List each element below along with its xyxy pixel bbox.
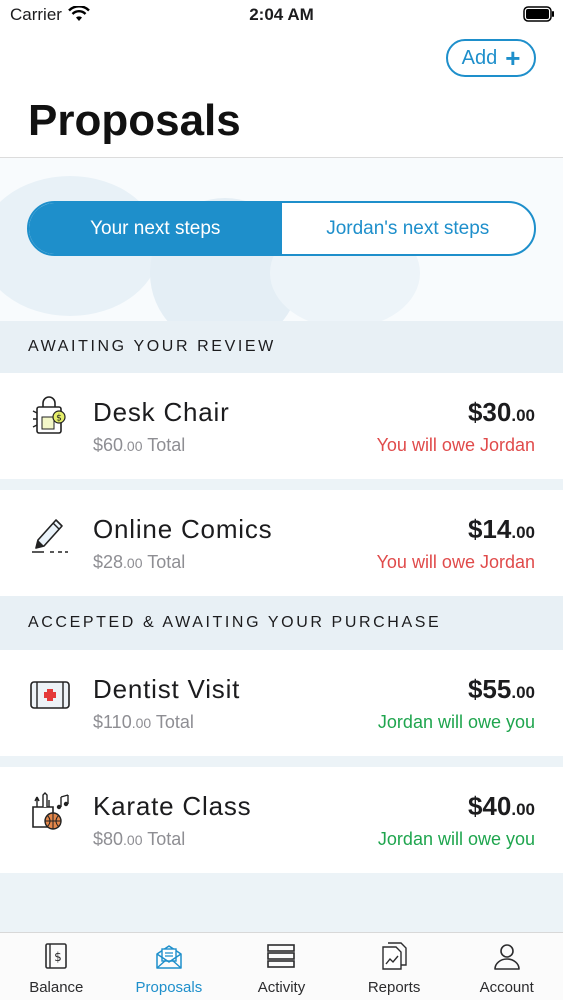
proposal-row-karate-class[interactable]: Karate Class $80.00 Total $40.00 Jordan … [0,767,563,873]
list-footer [0,873,563,932]
proposal-name: Karate Class [93,791,252,821]
activities-icon [28,789,72,833]
proposal-status: Jordan will owe you [377,829,535,849]
tab-label: Activity [257,979,306,996]
proposal-total: $110.00 Total [93,712,194,732]
proposal-status: Jordan will owe you [377,712,535,732]
battery-icon [523,6,555,27]
proposal-row-dentist-visit[interactable]: Dentist Visit $110.00 Total $55.00 Jorda… [0,650,563,756]
add-button[interactable]: Add + [446,39,536,77]
first-aid-kit-icon [28,672,72,716]
proposal-amount: $40.00 [467,791,535,821]
page-title: Proposals [28,96,241,145]
tab-balance[interactable]: $ Balance [0,933,113,1000]
proposal-name: Desk Chair [93,397,230,427]
tab-label: Balance [29,979,84,996]
proposal-amount: $14.00 [467,514,535,544]
proposal-amount: $55.00 [467,674,535,704]
proposal-status: You will owe Jordan [376,552,535,572]
svg-text:$: $ [56,414,62,424]
tab-label: Account [479,979,534,996]
status-bar: Carrier 2:04 AM [0,0,563,30]
activity-icon [266,941,296,971]
tab-label: Reports [367,979,421,996]
proposal-status: You will owe Jordan [376,435,535,455]
tab-account[interactable]: Account [450,933,563,1000]
balance-icon: $ [41,941,71,971]
tab-bar: $ Balance Proposals Activity Reports Acc… [0,932,563,1000]
proposal-total: $80.00 Total [93,829,186,849]
proposal-row-desk-chair[interactable]: $ Desk Chair $60.00 Total $30.00 You wil… [0,373,563,479]
proposal-amount: $30.00 [467,397,535,427]
pencil-icon [28,512,72,556]
row-separator [0,479,563,490]
proposals-icon [154,941,184,971]
proposal-total: $28.00 Total [93,552,186,572]
tab-activity[interactable]: Activity [225,933,338,1000]
account-icon [492,941,522,971]
section-header-awaiting-review: AWAITING YOUR REVIEW [0,321,563,373]
proposal-row-online-comics[interactable]: Online Comics $28.00 Total $14.00 You wi… [0,490,563,596]
reports-icon [379,941,409,971]
proposal-total: $60.00 Total [93,435,186,455]
section-header-accepted-awaiting-purchase: ACCEPTED & AWAITING YOUR PURCHASE [0,596,563,650]
plus-icon: + [505,43,521,73]
tab-label: Proposals [135,979,203,996]
segment-your-next-steps[interactable]: Your next steps [29,203,282,254]
proposal-name: Online Comics [93,514,273,544]
proposal-name: Dentist Visit [93,674,241,704]
clock: 2:04 AM [249,5,314,24]
segment-jordans-next-steps[interactable]: Jordan's next steps [282,203,535,254]
steps-segmented-control: Your next steps Jordan's next steps [27,201,536,256]
shopping-bag-icon: $ [28,395,72,439]
tab-reports[interactable]: Reports [338,933,451,1000]
add-button-label: Add [461,46,498,69]
row-separator [0,756,563,767]
tab-proposals[interactable]: Proposals [113,933,226,1000]
svg-text:$: $ [54,950,62,964]
